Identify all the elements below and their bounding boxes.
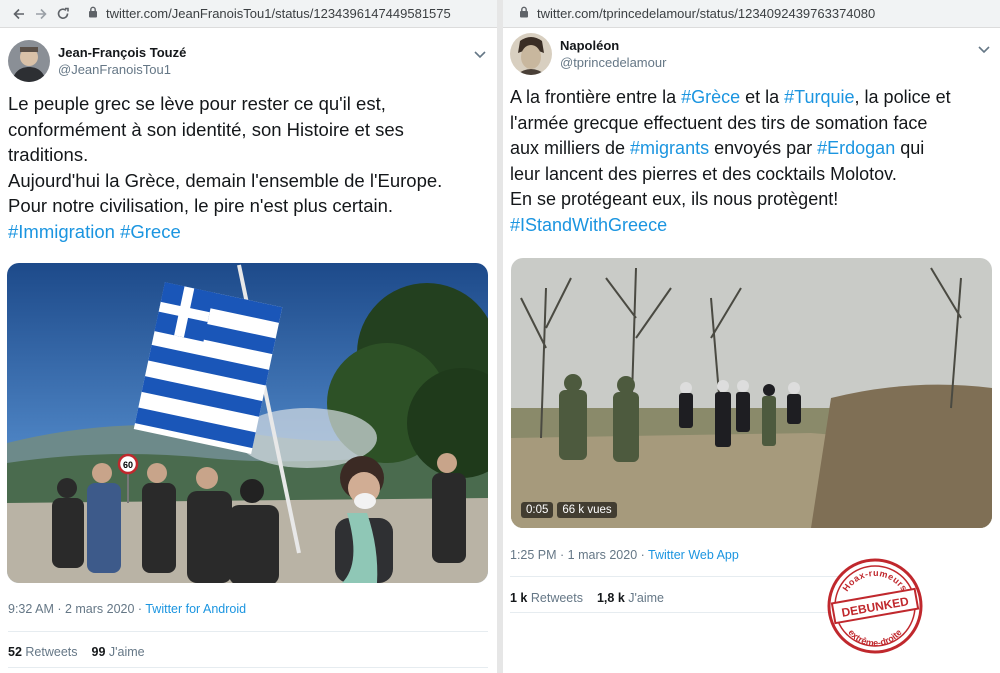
engagement-stats: 52 Retweets 99 J'aime	[8, 645, 145, 659]
debunked-stamp: Hoax-rumeurs DEBUNKED extrême-droite	[825, 556, 925, 656]
tweet-line: traditions.	[8, 144, 89, 165]
lock-icon	[88, 6, 98, 21]
tweet-line: l'armée grecque effectuent des tirs de s…	[510, 112, 928, 133]
tweet-video[interactable]: 0:05 66 k vues	[511, 258, 992, 528]
user-handle[interactable]: @tprincedelamour	[560, 55, 666, 70]
timestamp-text[interactable]: 9:32 AM · 2 mars 2020 ·	[8, 602, 145, 616]
display-name[interactable]: Napoléon	[560, 38, 619, 53]
video-duration: 0:05	[521, 502, 554, 518]
tweet-line: conformément à son identité, son Histoir…	[8, 118, 404, 140]
address-bar[interactable]: twitter.com/tprincedelamour/status/12340…	[511, 3, 883, 25]
engagement-stats: 1 k Retweets 1,8 k J'aime	[510, 591, 664, 605]
left-tweet-panel: twitter.com/JeanFranoisTou1/status/12343…	[0, 0, 497, 673]
display-name[interactable]: Jean-François Touzé	[58, 45, 186, 60]
chevron-down-icon[interactable]	[474, 46, 486, 64]
reload-icon[interactable]	[52, 3, 74, 25]
avatar[interactable]	[8, 40, 50, 82]
likes-stat[interactable]: 1,8 k J'aime	[597, 591, 664, 605]
tweet-line: Pour notre civilisation, le pire n'est p…	[8, 195, 394, 216]
back-arrow-icon[interactable]	[8, 3, 30, 25]
tweet-text: Le peuple grec se lève pour rester ce qu…	[8, 91, 442, 244]
video-views: 66 k vues	[557, 502, 617, 518]
video-badge: 0:05 66 k vues	[521, 502, 617, 518]
tweet-text: A la frontière entre la #Grèce et la #Tu…	[510, 87, 951, 235]
tweet-timestamp: 9:32 AM · 2 mars 2020 · Twitter for Andr…	[8, 602, 246, 616]
hashtag-link[interactable]: #Turquie	[784, 87, 854, 107]
url-text: twitter.com/tprincedelamour/status/12340…	[537, 6, 876, 21]
tweet-line: Aujourd'hui la Grèce, demain l'ensemble …	[8, 169, 443, 191]
retweets-stat[interactable]: 1 k Retweets	[510, 591, 583, 605]
browser-toolbar: twitter.com/JeanFranoisTou1/status/12343…	[0, 0, 497, 28]
right-tweet-panel: twitter.com/tprincedelamour/status/12340…	[503, 0, 1000, 673]
avatar[interactable]	[510, 33, 552, 75]
hashtag-link[interactable]: #Erdogan	[817, 138, 895, 158]
hashtag-link[interactable]: #IStandWithGreece	[510, 215, 667, 235]
hashtag-link[interactable]: #Grèce	[681, 87, 740, 107]
url-text: twitter.com/JeanFranoisTou1/status/12343…	[106, 6, 451, 21]
tweet-line: Le peuple grec se lève pour rester ce qu…	[8, 93, 386, 114]
tweet-photo[interactable]: 60	[7, 263, 488, 583]
address-bar[interactable]: twitter.com/JeanFranoisTou1/status/12343…	[80, 3, 459, 25]
retweets-stat[interactable]: 52 Retweets	[8, 645, 78, 659]
timestamp-text[interactable]: 1:25 PM · 1 mars 2020 ·	[510, 548, 648, 562]
likes-stat[interactable]: 99 J'aime	[92, 645, 145, 659]
user-handle[interactable]: @JeanFranoisTou1	[58, 62, 171, 77]
tweet-line: leur lancent des pierres et des cocktail…	[510, 163, 897, 184]
speed-sign-text: 60	[123, 460, 133, 470]
lock-icon	[519, 6, 529, 21]
browser-toolbar: twitter.com/tprincedelamour/status/12340…	[503, 0, 1000, 28]
source-app-link[interactable]: Twitter for Android	[145, 602, 246, 616]
forward-arrow-icon[interactable]	[30, 3, 52, 25]
divider	[8, 631, 488, 632]
hashtag-link[interactable]: #Grece	[120, 221, 181, 242]
hashtag-link[interactable]: #Immigration	[8, 221, 115, 242]
divider	[8, 667, 488, 668]
tweet-line: En se protégeant eux, ils nous protègent…	[510, 189, 839, 209]
source-app-link[interactable]: Twitter Web App	[648, 548, 739, 562]
chevron-down-icon[interactable]	[978, 41, 990, 59]
tweet-timestamp: 1:25 PM · 1 mars 2020 · Twitter Web App	[510, 548, 739, 562]
hashtag-link[interactable]: #migrants	[630, 138, 709, 158]
